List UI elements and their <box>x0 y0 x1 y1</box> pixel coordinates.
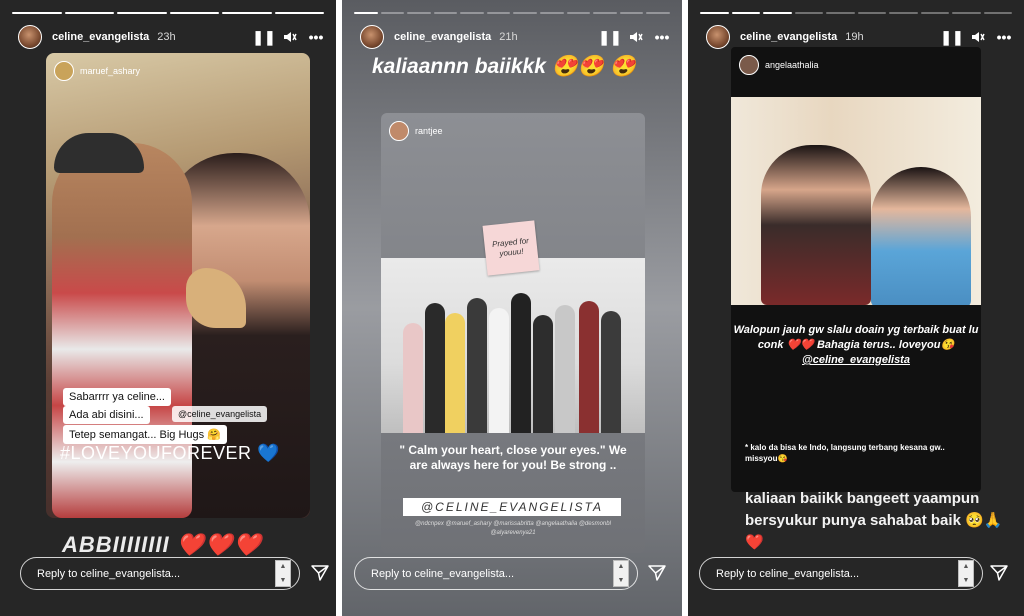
author-username[interactable]: celine_evangelista <box>740 31 837 43</box>
author-username[interactable]: celine_evangelista <box>394 31 491 43</box>
sticker-text: Tetep semangat... Big Hugs 🤗 <box>63 425 227 444</box>
spinner-control[interactable]: ▲ ▼ <box>275 560 291 587</box>
group-photo <box>381 258 645 433</box>
repost-username: angelaathalia <box>765 60 819 70</box>
story-media: rantjee Prayed for youuu! " Calm your he… <box>381 113 645 553</box>
mute-icon[interactable] <box>628 29 644 45</box>
sticker-text: Sabarrrr ya celine... <box>63 388 171 406</box>
hashtag-sticker[interactable]: #LOVEYOUFOREVER 💙 <box>60 443 280 464</box>
mute-icon[interactable] <box>282 29 298 45</box>
story-age: 21h <box>499 31 518 43</box>
sticker-text: Ada abi disini... <box>63 406 150 424</box>
story-age: 19h <box>845 31 864 43</box>
pause-icon[interactable]: ❚❚ <box>252 29 275 45</box>
repost-username: maruef_ashary <box>80 66 141 76</box>
story-progress-bar <box>12 12 324 14</box>
more-icon[interactable]: ••• <box>308 29 324 45</box>
mention-sticker[interactable]: @celine_evangelista <box>172 406 268 422</box>
spinner-control[interactable]: ▲ ▼ <box>613 560 629 587</box>
story-progress-bar <box>354 12 670 14</box>
send-icon[interactable] <box>988 562 1010 584</box>
friends-photo <box>731 97 981 305</box>
send-icon[interactable] <box>309 562 331 584</box>
mute-icon[interactable] <box>970 29 986 45</box>
send-icon[interactable] <box>646 562 668 584</box>
pause-icon[interactable]: ❚❚ <box>940 29 963 45</box>
story-caption: ABBIIIIIIII ❤️❤️❤️ <box>62 532 262 557</box>
story-note: * kalo da bisa ke Indo, langsung terbang… <box>745 443 945 463</box>
repost-header[interactable]: angelaathalia <box>739 55 819 75</box>
avatar[interactable] <box>706 25 730 49</box>
story-media: angelaathalia Walopun jauh gw slalu doai… <box>731 47 981 492</box>
repost-header[interactable]: maruef_ashary <box>54 61 140 81</box>
story-header: celine_evangelista 23h ❚❚ ••• <box>18 24 324 50</box>
more-icon[interactable]: ••• <box>654 29 670 45</box>
story-text: Walopun jauh gw slalu doain yg terbaik b… <box>731 323 981 368</box>
reply-field[interactable]: Reply to celine_evangelista... ▲ ▼ <box>699 557 983 590</box>
avatar[interactable] <box>360 25 384 49</box>
repost-header[interactable]: rantjee <box>389 121 443 141</box>
spinner-control[interactable]: ▲ ▼ <box>958 560 974 587</box>
more-icon[interactable]: ••• <box>996 29 1012 45</box>
mention-sticker[interactable]: @CELINE_EVANGELISTA <box>403 498 621 516</box>
photo-cap <box>54 133 144 173</box>
avatar[interactable] <box>18 25 42 49</box>
prayed-note: Prayed for youuu! <box>482 220 540 276</box>
repost-avatar <box>739 55 759 75</box>
story-text-body: Walopun jauh gw slalu doain yg terbaik b… <box>733 324 979 351</box>
mention-link[interactable]: @celine_evangelista <box>802 354 910 366</box>
mentions-list: @ndcnpex @maruef_ashary @marissabritta @… <box>415 521 611 536</box>
story-header: celine_evangelista 21h ❚❚ ••• <box>360 24 670 50</box>
reply-placeholder: Reply to celine_evangelista... <box>371 567 515 580</box>
repost-avatar <box>389 121 409 141</box>
repost-avatar <box>54 61 74 81</box>
reply-field[interactable]: Reply to celine_evangelista... ▲ ▼ <box>20 557 300 590</box>
story-age: 23h <box>157 31 176 43</box>
reply-placeholder: Reply to celine_evangelista... <box>37 567 181 580</box>
story-panel-2[interactable]: celine_evangelista 21h ❚❚ ••• kaliaannn … <box>342 0 682 616</box>
pause-icon[interactable]: ❚❚ <box>598 29 621 45</box>
story-caption: kaliaan baiikk bangeett yaampun bersyuku… <box>745 490 1003 551</box>
repost-username: rantjee <box>415 126 443 136</box>
reply-field[interactable]: Reply to celine_evangelista... ▲ ▼ <box>354 557 638 590</box>
reply-placeholder: Reply to celine_evangelista... <box>716 567 860 580</box>
author-username[interactable]: celine_evangelista <box>52 31 149 43</box>
quote-text: " Calm your heart, close your eyes." We … <box>399 443 627 472</box>
story-caption: kaliaannn baiikkk 😍😍 😍 <box>372 55 637 78</box>
story-panel-3[interactable]: celine_evangelista 19h ❚❚ ••• angelaatha… <box>688 0 1024 616</box>
story-panel-1[interactable]: celine_evangelista 23h ❚❚ ••• maruef_ash… <box>0 0 336 616</box>
story-progress-bar <box>700 12 1012 14</box>
